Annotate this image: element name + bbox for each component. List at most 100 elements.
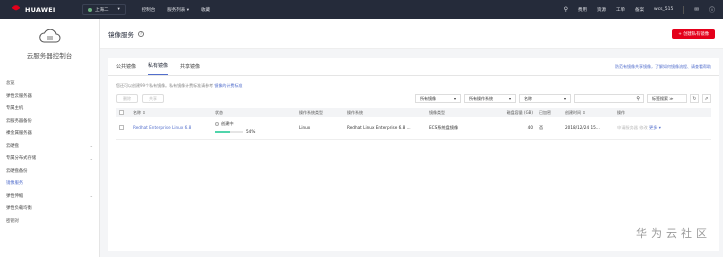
sidebar-item-label: 裸金属服务器 [6,131,32,137]
divider [683,5,685,14]
sidebar-item[interactable]: 裸金属服务器 [0,127,99,140]
billing-link[interactable]: 镜像的计费标准 [214,83,242,88]
tab-private-images[interactable]: 私有镜像 [148,62,169,75]
image-panel: 公共镜像 私有镜像 共享镜像 防范有镜像共享镜像，了解如何镜像流程、请查看帮助 … [108,58,719,251]
top-navbar: HUAWEI 上海二 ▾ 控制台 服务列表 ▾ 收藏 ⚲ 费用 资源 工单 备案… [0,0,723,19]
os-type-cell: Linux [296,117,344,140]
sidebar-item-label: 镜像服务 [6,181,24,187]
progress-label: 54% [246,129,256,135]
sidebar-item[interactable]: 总览 [0,77,99,90]
col-os-type: 操作系统类型 [296,108,344,117]
search-icon[interactable]: ⚲ [564,6,568,13]
help-link[interactable]: 防范有镜像共享镜像，了解如何镜像流程、请查看帮助 [615,64,711,75]
col-created[interactable]: 创建时间 ⇕ [562,108,614,117]
row-checkbox[interactable] [119,124,124,130]
nav-tickets[interactable]: 工单 [616,7,625,13]
select-all-checkbox[interactable] [119,109,124,115]
chevron-down-icon: ⌄ [89,143,93,149]
sidebar-item[interactable]: 专属分布式存储 ⌄ [0,152,99,165]
user-menu[interactable]: wcs_515 [654,7,673,12]
nav-resources[interactable]: 资源 [597,7,606,13]
image-name-link[interactable]: Redhat Enterprise Linux 6.8 [133,125,191,130]
progress-fill [215,130,231,133]
table-row: Redhat Enterprise Linux 6.8 创建中 54% Linu… [116,117,711,140]
location-icon [88,7,92,12]
chevron-down-icon: ⌄ [89,193,93,199]
status-text: 创建中 [221,121,234,127]
progress-bar [215,130,243,133]
search-field-value: 名称 [524,95,532,101]
os-cell: Redhat Linux Enterprise 6.8 ... [344,117,426,140]
loading-icon [215,122,219,127]
sidebar-item[interactable]: 弹性负载均衡 [0,202,99,215]
search-field-select[interactable]: 名称 ▾ [519,94,571,103]
image-type-cell: ECS系统盘镜像 [426,117,488,140]
sidebar-item-label: 弹性云服务器 [6,93,32,99]
tip-text: 您还可以创建99个私有镜像。私有镜像计费标准请参考 [116,83,215,88]
region-label: 上海二 [95,7,109,13]
sidebar-item[interactable]: 云服务器备份 [0,115,99,128]
sidebar-item[interactable]: 镜像服务 [0,177,99,190]
image-filter-select[interactable]: 所有镜像 ▾ [415,94,461,103]
col-status: 状态 [212,108,296,117]
refresh-icon[interactable]: ↻ [690,94,699,103]
col-encrypted: 已加密 [536,108,562,117]
quota-tip: 您还可以创建99个私有镜像。私有镜像计费标准请参考 镜像的计费标准 [108,76,719,89]
sidebar-item-label: 总览 [6,81,15,87]
cloud-server-icon [38,28,60,42]
chevron-down-icon: ▾ [117,7,120,12]
tab-shared-images[interactable]: 共享镜像 [180,63,200,75]
nav-service-list[interactable]: 服务列表 ▾ [167,7,189,13]
sidebar-item[interactable]: 弹性云服务器 [0,90,99,103]
modify-link[interactable]: 修改 [639,125,647,130]
export-icon[interactable]: ⇗ [702,94,711,103]
created-cell: 2018/12/24 15... [562,117,614,140]
more-menu[interactable]: 更多 ▾ [649,125,661,130]
sidebar-item-label: 云硬盘 [6,143,19,149]
sidebar-item[interactable]: 弹性伸缩 ⌄ [0,190,99,203]
nav-console[interactable]: 控制台 [142,7,156,13]
sidebar-item-label: 专属分布式存储 [6,156,37,162]
mail-icon[interactable]: ✉ [694,7,699,13]
image-filter-value: 所有镜像 [420,95,436,101]
col-disk: 磁盘容量 (GB) [488,108,536,117]
chevron-down-icon: ▾ [508,96,511,101]
sidebar-item-label: 专属主机 [6,106,24,112]
question-icon[interactable]: ? [138,30,144,37]
watermark: 华为云社区 [636,227,711,240]
sidebar: 云服务器控制台 总览 弹性云服务器 专属主机 云服务器备份 裸金属服务器 云硬盘 ⌄ 专属分布… [0,19,100,257]
disk-cell: 40 [488,117,536,140]
sidebar-item[interactable]: 云硬盘备份 [0,165,99,178]
region-selector[interactable]: 上海二 ▾ [82,4,126,15]
huawei-logo[interactable]: HUAWEI [10,5,72,14]
sidebar-item[interactable]: 云硬盘 ⌄ [0,140,99,153]
col-image-type: 镜像类型 [426,108,488,117]
chevron-down-icon: ⌄ [89,155,93,161]
tag-search-button[interactable]: 标签搜索 ≫ [647,94,687,103]
col-ops: 操作 [614,108,711,117]
nav-favorites[interactable]: 收藏 [201,7,210,13]
chevron-down-icon: ▾ [563,96,566,101]
share-button[interactable]: 共享 [142,94,164,103]
col-os: 操作系统 [344,108,426,117]
sidebar-item-label: 弹性负载均衡 [6,206,32,212]
huawei-flower-icon [10,5,21,14]
delete-button[interactable]: 删除 [116,94,138,103]
nav-billing[interactable]: 费用 [578,7,587,13]
sidebar-item-label: 密钥对 [6,218,19,224]
tag-search-label: 标签搜索 ≫ [652,95,674,101]
sidebar-item[interactable]: 密钥对 [0,215,99,228]
help-circle-icon[interactable]: ⓘ [709,5,715,14]
tab-public-images[interactable]: 公共镜像 [116,63,136,75]
sidebar-item-label: 弹性伸缩 [6,193,24,199]
create-private-image-button[interactable]: + 创建私有镜像 [672,28,715,39]
os-filter-select[interactable]: 所有操作系统 ▾ [464,94,516,103]
apply-server-link[interactable]: 申请服务器 [617,125,638,130]
sidebar-item[interactable]: 专属主机 [0,102,99,115]
search-input[interactable]: ⚲ [574,94,644,103]
encrypted-cell: 否 [536,117,562,140]
sidebar-title: 云服务器控制台 [26,51,73,60]
nav-icp[interactable]: 备案 [635,7,644,13]
search-icon[interactable]: ⚲ [636,96,640,102]
col-name[interactable]: 名称 ⇕ [130,108,212,117]
